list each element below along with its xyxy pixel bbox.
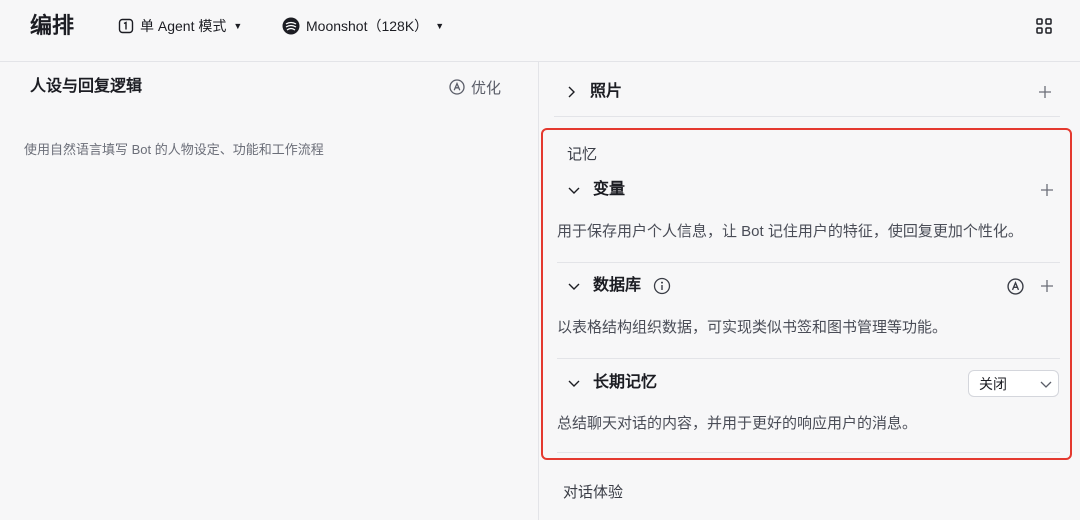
chevron-down-icon — [1040, 381, 1052, 388]
chevron-down-icon[interactable] — [567, 279, 581, 293]
variables-description: 用于保存用户个人信息，让 Bot 记住用户的特征，使回复更加个性化。 — [557, 223, 1023, 240]
chevron-down-icon[interactable] — [567, 376, 581, 390]
caret-down-icon: ▼ — [233, 21, 243, 31]
variables-label[interactable]: 变量 — [593, 179, 625, 201]
grid-icon[interactable] — [1034, 16, 1054, 36]
model-label: Moonshot（128K） — [306, 18, 429, 34]
long-term-memory-description: 总结聊天对话的内容，并用于更好的响应用户的消息。 — [557, 415, 918, 432]
divider — [557, 262, 1060, 263]
long-term-memory-select[interactable]: 关闭 — [968, 370, 1059, 397]
photo-label: 照片 — [590, 83, 623, 100]
memory-title: 记忆 — [567, 146, 598, 163]
caret-down-icon: ▼ — [435, 21, 445, 31]
long-term-memory-label[interactable]: 长期记忆 — [593, 372, 657, 394]
ai-optimize-icon[interactable] — [1007, 278, 1024, 295]
optimize-label: 优化 — [471, 79, 502, 97]
model-selector[interactable]: Moonshot（128K） ▼ — [282, 16, 444, 36]
optimize-button[interactable]: 优化 — [449, 76, 501, 98]
persona-input[interactable]: 使用自然语言填写 Bot 的人物设定、功能和工作流程 — [24, 141, 324, 159]
persona-section-title: 人设与回复逻辑 — [30, 78, 143, 95]
divider — [557, 358, 1060, 359]
select-value: 关闭 — [979, 375, 1007, 392]
database-description: 以表格结构组织数据，可实现类似书签和图书管理等功能。 — [557, 319, 948, 336]
ai-optimize-icon — [449, 79, 465, 95]
plus-icon[interactable] — [1040, 183, 1054, 197]
plus-icon[interactable] — [1040, 279, 1054, 293]
top-bar: 编排 单 Agent 模式 ▼ Moonshot（128K） ▼ — [0, 0, 1080, 62]
memory-section: 记忆 变量 用于保存用户个人信息，让 Bot 记住用户的特征，使回复更加个性化。… — [541, 128, 1072, 460]
chevron-down-icon[interactable] — [567, 183, 581, 197]
chevron-right-icon[interactable] — [564, 85, 578, 99]
persona-panel: 人设与回复逻辑 优化 使用自然语言填写 Bot 的人物设定、功能和工作流程 — [0, 62, 539, 520]
dialog-experience-title: 对话体验 — [563, 484, 624, 501]
database-label[interactable]: 数据库 — [593, 275, 641, 297]
skills-panel: 照片 记忆 变量 用于保存用户个人信息，让 Bot 记住用户的特征，使回复更加个… — [539, 62, 1080, 520]
agent-mode-label: 单 Agent 模式 — [140, 18, 227, 34]
plus-icon[interactable] — [1038, 85, 1052, 99]
photo-row[interactable]: 照片 — [554, 68, 1060, 117]
divider — [557, 452, 1060, 453]
model-logo-icon — [282, 17, 300, 35]
agent-mode-icon — [118, 18, 134, 34]
info-icon[interactable] — [653, 277, 671, 295]
page-title: 编排 — [30, 13, 75, 38]
agent-mode-selector[interactable]: 单 Agent 模式 ▼ — [118, 16, 242, 36]
